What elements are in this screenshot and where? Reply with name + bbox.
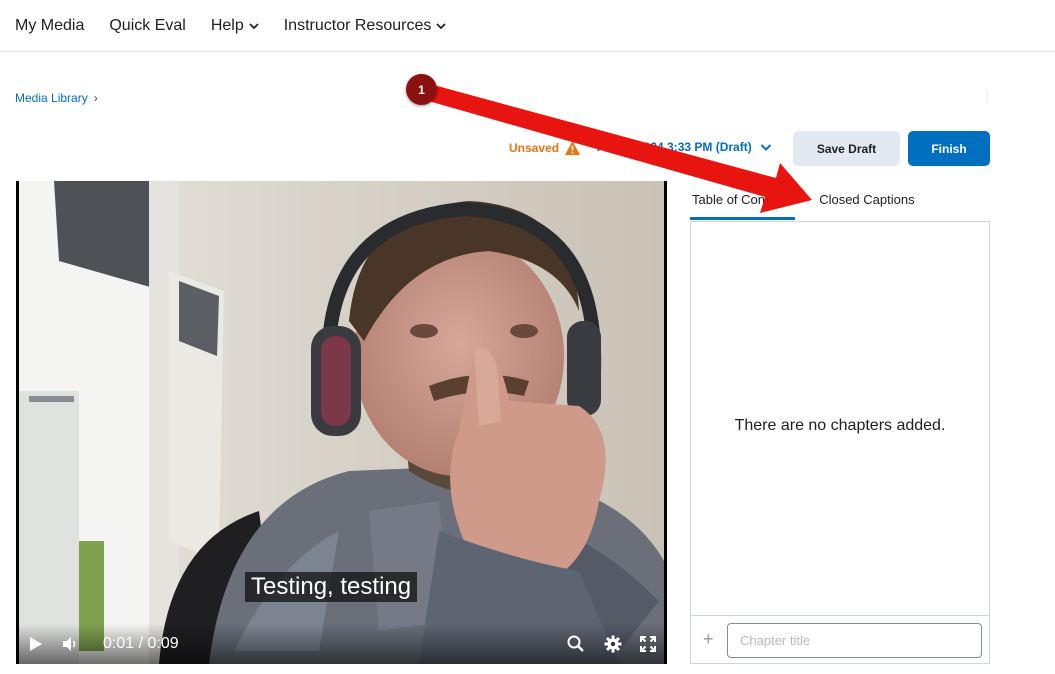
nav-quick-eval[interactable]: Quick Eval (109, 17, 185, 35)
current-time: 0:01 (103, 635, 135, 652)
nav-help[interactable]: Help (211, 17, 259, 35)
add-chapter-icon[interactable]: + (703, 630, 714, 648)
tab-closed-captions[interactable]: Closed Captions (817, 190, 916, 220)
video-caption: Testing, testing (245, 572, 418, 602)
chapter-add-bar: + (691, 615, 989, 663)
tab-table-of-contents[interactable]: Table of Contents (690, 190, 796, 220)
chevron-down-icon (436, 22, 446, 29)
chevron-down-icon (249, 22, 259, 29)
divider (986, 90, 988, 104)
video-time: 0:01 / 0:09 (103, 634, 179, 654)
panel-tabs: Table of Contents Closed Captions (690, 190, 917, 222)
top-navigation: My Media Quick Eval Help Instructor Reso… (0, 0, 1055, 52)
video-controls: 0:01 / 0:09 (16, 624, 667, 664)
play-icon[interactable] (25, 634, 45, 654)
step-badge: 1 (406, 74, 437, 105)
breadcrumb-separator: › (93, 91, 98, 105)
empty-chapters-message: There are no chapters added. (734, 417, 946, 434)
warning-icon (565, 141, 581, 155)
duration: 0:09 (147, 635, 179, 652)
nav-quick-eval-label: Quick Eval (109, 16, 186, 34)
volume-icon[interactable] (60, 634, 80, 654)
chapter-title-input[interactable] (727, 623, 982, 658)
breadcrumb: Media Library › (15, 91, 98, 105)
finish-button[interactable]: Finish (908, 131, 990, 166)
time-separator: / (138, 635, 144, 652)
fullscreen-icon[interactable] (638, 634, 658, 654)
save-draft-button[interactable]: Save Draft (793, 131, 900, 166)
search-icon[interactable] (566, 634, 586, 654)
nav-help-label: Help (210, 16, 244, 34)
revision-label: Aug 4, 2024 3:33 PM (Draft) (597, 140, 752, 154)
chapters-panel: There are no chapters added. + (690, 221, 990, 664)
unsaved-status: Unsaved (509, 140, 581, 156)
nav-instructor-resources[interactable]: Instructor Resources (284, 17, 447, 35)
unsaved-label: Unsaved (509, 141, 560, 155)
nav-my-media[interactable]: My Media (15, 17, 84, 35)
revision-dropdown[interactable]: Aug 4, 2024 3:33 PM (Draft) (597, 140, 772, 154)
nav-instructor-resources-label: Instructor Resources (283, 16, 432, 34)
breadcrumb-media-library[interactable]: Media Library (15, 91, 88, 105)
gear-icon[interactable] (603, 634, 623, 654)
chevron-down-icon (760, 144, 771, 151)
nav-my-media-label: My Media (15, 16, 85, 34)
